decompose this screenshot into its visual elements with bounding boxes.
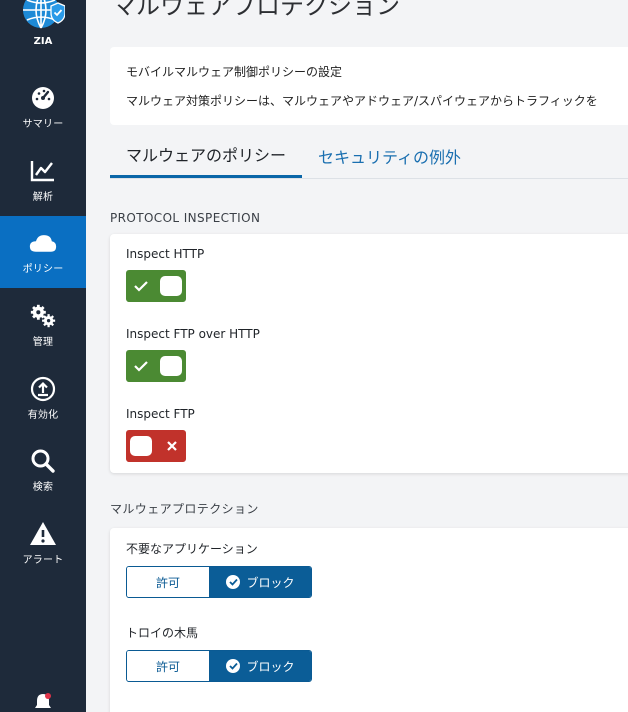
tab-malware-policy[interactable]: マルウェアのポリシー bbox=[110, 133, 302, 178]
nav-label-policy: ポリシー bbox=[22, 263, 64, 275]
page-title: マルウェアプロテクション bbox=[112, 0, 400, 20]
zia-label: ZIA bbox=[33, 36, 53, 47]
trojan-label: トロイの木馬 bbox=[126, 626, 199, 640]
nav-item-policy[interactable]: ポリシー bbox=[0, 216, 86, 288]
trojan-block-option[interactable]: ブロック bbox=[210, 651, 311, 681]
inspect-http-label: Inspect HTTP bbox=[126, 247, 205, 261]
nav-item-alerts[interactable]: アラート bbox=[0, 507, 86, 579]
check-circle-icon bbox=[226, 659, 241, 673]
nav-label-analytics: 解析 bbox=[32, 191, 54, 203]
toggle-knob bbox=[160, 276, 182, 296]
bell-icon[interactable] bbox=[31, 690, 55, 712]
nav-label-admin: 管理 bbox=[32, 336, 54, 348]
tab-divider bbox=[110, 178, 628, 179]
inspect-ftp-label: Inspect FTP bbox=[126, 407, 195, 421]
nav-label-summary: サマリー bbox=[22, 118, 64, 130]
unwanted-apps-allow-option[interactable]: 許可 bbox=[127, 567, 210, 597]
nav-item-activate[interactable]: 有効化 bbox=[0, 362, 86, 434]
tab-security-exceptions[interactable]: セキュリティの例外 bbox=[318, 133, 461, 178]
unwanted-apps-segmented-control: 許可 ブロック bbox=[126, 566, 312, 598]
tab-bar: マルウェアのポリシー セキュリティの例外 bbox=[110, 133, 628, 179]
protocol-inspection-heading: PROTOCOL INSPECTION bbox=[110, 211, 261, 225]
warning-icon bbox=[29, 521, 57, 547]
malware-protection-card: 不要なアプリケーション 許可 ブロック トロイの木馬 許可 ブロック bbox=[110, 528, 628, 712]
toggle-knob bbox=[130, 436, 152, 456]
nav-item-search[interactable]: 検索 bbox=[0, 434, 86, 506]
x-icon bbox=[166, 430, 178, 462]
info-card: モバイルマルウェア制御ポリシーの設定 マルウェア対策ポリシーは、マルウェアやアド… bbox=[110, 47, 628, 125]
cloud-icon bbox=[29, 230, 57, 256]
check-icon bbox=[134, 350, 148, 382]
globe-shield-icon bbox=[23, 0, 65, 29]
nav-item-summary[interactable]: サマリー bbox=[0, 71, 86, 143]
unwanted-apps-block-label: ブロック bbox=[246, 575, 295, 590]
inspect-http-toggle[interactable] bbox=[126, 270, 186, 302]
check-circle-icon bbox=[226, 575, 241, 589]
inspect-ftp-over-http-toggle[interactable] bbox=[126, 350, 186, 382]
gears-icon bbox=[29, 303, 57, 329]
unwanted-apps-block-option[interactable]: ブロック bbox=[210, 567, 311, 597]
nav-label-search: 検索 bbox=[32, 481, 54, 493]
trojan-block-label: ブロック bbox=[246, 659, 295, 674]
zia-logo[interactable]: ZIA bbox=[0, 0, 86, 60]
nav-label-alerts: アラート bbox=[22, 554, 64, 566]
upload-circle-icon bbox=[29, 376, 57, 402]
trojan-allow-option[interactable]: 許可 bbox=[127, 651, 210, 681]
info-heading: モバイルマルウェア制御ポリシーの設定 bbox=[126, 65, 343, 79]
nav-item-analytics[interactable]: 解析 bbox=[0, 144, 86, 216]
malware-protection-heading: マルウェアプロテクション bbox=[110, 502, 259, 516]
inspect-ftp-toggle[interactable] bbox=[126, 430, 186, 462]
info-description: マルウェア対策ポリシーは、マルウェアやアドウェア/スパイウェアからトラフィックを bbox=[126, 94, 598, 108]
protocol-inspection-card: Inspect HTTP Inspect FTP over HTTP Inspe… bbox=[110, 234, 628, 473]
nav-label-activate: 有効化 bbox=[27, 409, 59, 421]
unwanted-apps-label: 不要なアプリケーション bbox=[126, 542, 258, 556]
main-content: マルウェアプロテクション モバイルマルウェア制御ポリシーの設定 マルウェア対策ポ… bbox=[86, 0, 628, 712]
trojan-segmented-control: 許可 ブロック bbox=[126, 650, 312, 682]
line-chart-icon bbox=[29, 158, 57, 184]
toggle-knob bbox=[160, 356, 182, 376]
search-icon bbox=[29, 448, 57, 474]
inspect-ftp-over-http-label: Inspect FTP over HTTP bbox=[126, 327, 260, 341]
gauge-icon bbox=[29, 85, 57, 111]
check-icon bbox=[134, 270, 148, 302]
nav-item-admin[interactable]: 管理 bbox=[0, 289, 86, 361]
sidebar: ZIA サマリー 解析 ポリシー 管理 有効化 検索 アラート bbox=[0, 0, 86, 712]
